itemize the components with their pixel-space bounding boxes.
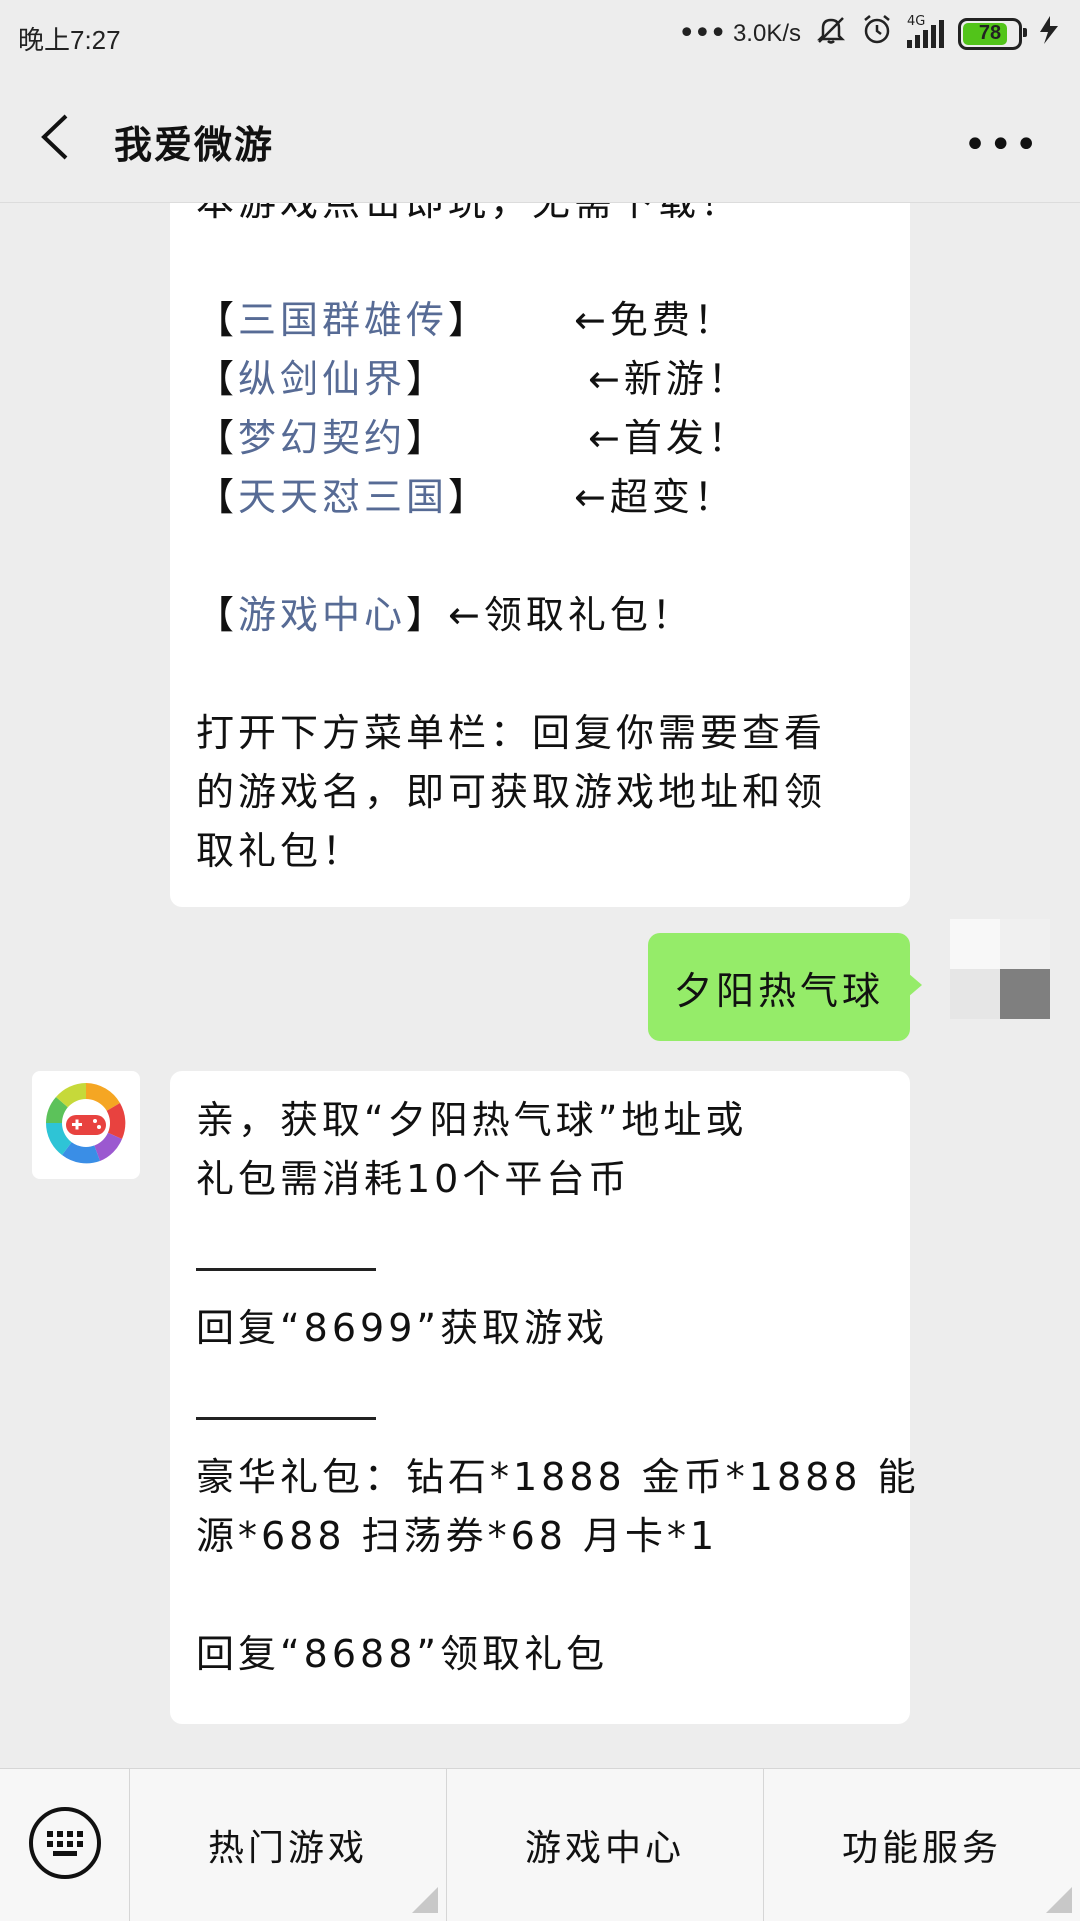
network-type: 4G [907, 13, 926, 29]
title-bar: 我爱微游 ••• [0, 70, 1080, 203]
instruction-line: 的游戏名，即可获取游戏地址和领 [196, 770, 827, 814]
user-avatar[interactable] [950, 919, 1050, 1019]
net-speed: 3.0K/s [732, 19, 801, 47]
reply-message-bubble: 亲，获取“夕阳热气球”地址或 礼包需消耗10个平台币 回复“8699”获取游戏 … [170, 1071, 920, 1724]
reply-line: 豪华礼包：钻石*1888 金币*1888 能 [196, 1455, 920, 1499]
reply-line: 亲，获取“夕阳热气球”地址或 [196, 1098, 748, 1142]
menu-label: 游戏中心 [524, 1828, 685, 1869]
bottom-menu: 热门游戏 游戏中心 功能服务 [0, 1768, 1080, 1921]
charging-icon [1036, 14, 1064, 53]
alarm-icon [861, 14, 893, 53]
menu-label: 功能服务 [841, 1828, 1002, 1869]
game-center-link[interactable]: 游戏中心 [238, 593, 406, 637]
mute-bell-icon [815, 14, 847, 53]
more-notifications-icon: ••• [677, 16, 727, 51]
chat-area[interactable]: 本游戏点击即玩，无需下载！ 【三国群雄传】←免费！ 【纵剑仙界】←新游！ 【梦幻… [0, 203, 1080, 1768]
divider [196, 1417, 376, 1420]
user-message-text: 夕阳热气球 [673, 968, 884, 1013]
game-link[interactable]: 天天怼三国 [238, 475, 448, 519]
reply-line: 回复“8688”领取礼包 [196, 1632, 609, 1676]
menu-hot-games[interactable]: 热门游戏 [130, 1769, 447, 1921]
game-link[interactable]: 三国群雄传 [238, 298, 448, 342]
user-message-bubble: 夕阳热气球 [647, 933, 923, 1041]
chat-title: 我爱微游 [114, 123, 275, 167]
reply-line: 礼包需消耗10个平台币 [196, 1157, 631, 1201]
official-account-avatar[interactable] [32, 1071, 140, 1179]
status-time: 晚上7:27 [18, 25, 121, 55]
keyboard-toggle-button[interactable] [0, 1769, 130, 1921]
game-line: 【天天怼三国】 ←超变！ [196, 475, 736, 519]
keyboard-icon [27, 1805, 103, 1885]
status-bar: 晚上7:27 ••• 3.0K/s 4G 78 [0, 0, 1080, 70]
game-center-line: 【游戏中心】←领取礼包！ [196, 593, 694, 637]
instruction-line: 打开下方菜单栏：回复你需要查看 [196, 711, 827, 755]
message-line: 本游戏点击即玩，无需下载！ [196, 203, 884, 232]
game-line: 【梦幻契约】 ←首发！ [196, 416, 750, 460]
instruction-line: 取礼包！ [196, 829, 365, 873]
menu-label: 热门游戏 [207, 1828, 368, 1869]
menu-game-center[interactable]: 游戏中心 [447, 1769, 764, 1921]
battery-icon: 78 [958, 17, 1027, 50]
more-icon[interactable]: ••• [963, 122, 1040, 168]
reply-line: 回复“8699”获取游戏 [196, 1306, 609, 1350]
game-line: 【三国群雄传】 ←免费！ [196, 298, 736, 342]
game-link[interactable]: 纵剑仙界 [238, 357, 406, 401]
game-link[interactable]: 梦幻契约 [238, 416, 406, 460]
game-controller-icon [42, 1079, 130, 1171]
divider [196, 1268, 376, 1271]
battery-level: 78 [978, 22, 1002, 44]
game-line: 【纵剑仙界】 ←新游！ [196, 357, 750, 401]
back-arrow-icon[interactable] [36, 112, 76, 162]
reply-line: 源*688 扫荡券*68 月卡*1 [196, 1514, 719, 1558]
message-bubble: 本游戏点击即玩，无需下载！ 【三国群雄传】←免费！ 【纵剑仙界】←新游！ 【梦幻… [170, 203, 910, 907]
menu-services[interactable]: 功能服务 [764, 1769, 1080, 1921]
